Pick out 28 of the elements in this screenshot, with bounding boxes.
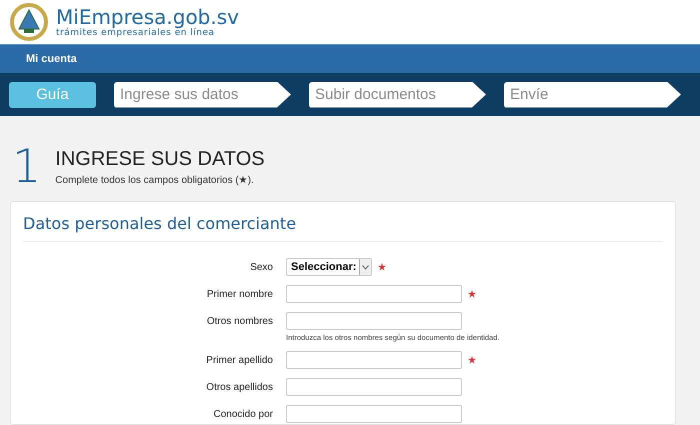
select-field[interactable]: Seleccionar:	[286, 258, 372, 276]
caret-icon	[359, 259, 372, 275]
page-title: INGRESE SUS DATOS	[55, 148, 265, 171]
field-label: Otros apellidos	[205, 382, 273, 392]
text-field[interactable]	[286, 312, 462, 330]
coat-of-arms-logo	[10, 3, 48, 41]
site-tagline: trámites empresariales en línea	[56, 28, 215, 38]
nav-link[interactable]: Mi cuenta	[26, 53, 77, 65]
required-star-icon	[378, 263, 386, 271]
text-field[interactable]	[286, 405, 462, 423]
step-number: 1	[12, 146, 42, 186]
field-label: Primer apellido	[205, 354, 273, 366]
step-tab[interactable]: Ingrese sus datos	[114, 82, 291, 108]
field-label: Conocido por	[212, 408, 273, 420]
required-star-icon	[468, 356, 476, 364]
step-tab[interactable]: Guía	[9, 82, 96, 108]
site-name: MiEmpresa.gob.sv	[56, 6, 239, 28]
section-title: Datos personales del comerciante	[23, 212, 663, 242]
text-field[interactable]	[286, 378, 462, 396]
field-label: Primer nombre	[206, 288, 273, 300]
required-star-icon	[468, 290, 476, 298]
field-label: Otros nombres	[206, 316, 273, 326]
page-subtitle: Complete todos los campos obligatorios (★).	[55, 174, 255, 186]
text-field[interactable]	[286, 285, 462, 303]
text-field[interactable]	[286, 351, 462, 369]
step-tab[interactable]: Envíe	[504, 82, 681, 108]
step-tab[interactable]: Subir documentos	[309, 82, 486, 108]
field-label: Sexo	[249, 262, 273, 272]
